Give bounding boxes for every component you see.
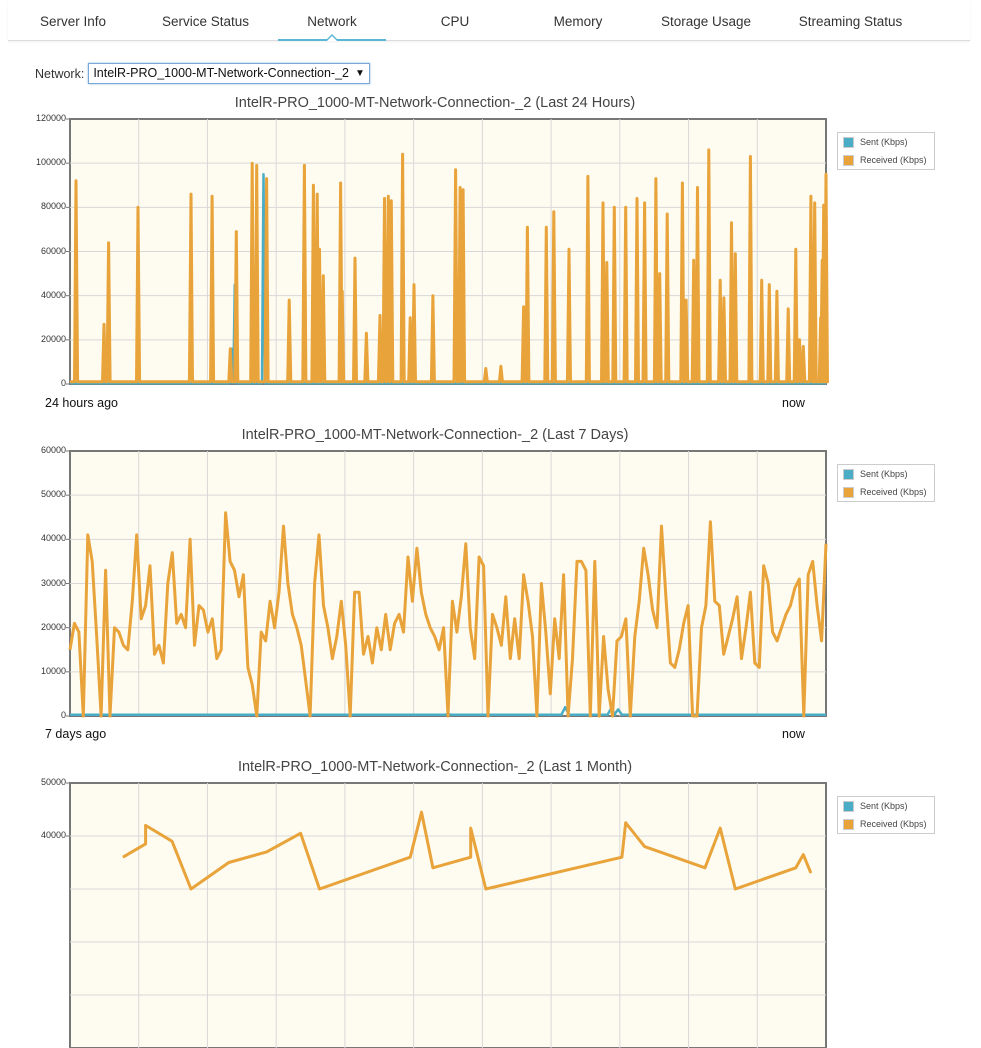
legend-sent-label: Sent (Kbps) bbox=[860, 137, 908, 147]
y-tick-label: 100000 bbox=[35, 157, 66, 168]
y-tick-label: 40000 bbox=[40, 289, 66, 300]
tab-storage-usage[interactable]: Storage Usage bbox=[660, 0, 752, 40]
network-select[interactable]: IntelR-PRO_1000-MT-Network-Connection-_2… bbox=[88, 63, 370, 84]
y-tick-label: 10000 bbox=[40, 665, 66, 676]
chart-7d-plot bbox=[66, 450, 828, 718]
y-tick-label: 60000 bbox=[40, 445, 66, 455]
y-tick-label: 20000 bbox=[40, 333, 66, 344]
legend-received: Received (Kbps) bbox=[843, 154, 927, 166]
y-tick-label: 80000 bbox=[40, 201, 66, 212]
chart-svg bbox=[66, 782, 827, 1048]
legend-received-label: Received (Kbps) bbox=[860, 487, 927, 497]
chart-title-24h: IntelR-PRO_1000-MT-Network-Connection-_2… bbox=[234, 95, 636, 111]
legend-received: Received (Kbps) bbox=[843, 486, 927, 498]
chart-24h-start-label: 24 hours ago bbox=[45, 396, 118, 410]
legend-received-label: Received (Kbps) bbox=[860, 155, 927, 165]
y-tick-label: 50000 bbox=[40, 489, 66, 500]
chart-svg bbox=[66, 118, 829, 385]
legend-received-swatch bbox=[843, 486, 854, 498]
legend-sent-swatch bbox=[843, 136, 854, 148]
y-tick-label: 0 bbox=[60, 378, 66, 388]
legend-sent: Sent (Kbps) bbox=[843, 136, 908, 148]
dropdown-arrow-icon: ▼ bbox=[355, 68, 365, 79]
tab-network[interactable]: Network bbox=[278, 0, 386, 41]
legend-received: Received (Kbps) bbox=[843, 818, 927, 830]
y-tick-label: 50000 bbox=[40, 777, 66, 787]
tab-memory[interactable]: Memory bbox=[548, 0, 608, 40]
chart-title-1m: IntelR-PRO_1000-MT-Network-Connection-_2… bbox=[237, 759, 633, 775]
y-tick-label: 20000 bbox=[40, 621, 66, 632]
legend-received-swatch bbox=[843, 818, 854, 830]
legend-received-swatch bbox=[843, 154, 854, 166]
chart-7d-end-label: now bbox=[782, 727, 805, 741]
tab-service-status[interactable]: Service Status bbox=[158, 0, 253, 40]
chart-title-7d: IntelR-PRO_1000-MT-Network-Connection-_2… bbox=[241, 427, 629, 443]
chart-24h-end-label: now bbox=[782, 396, 805, 410]
chart-24h-plot bbox=[66, 118, 829, 385]
network-label: Network: bbox=[35, 66, 85, 81]
y-tick-label: 30000 bbox=[40, 577, 66, 588]
tab-bar: Server Info Service Status Network CPU M… bbox=[8, 0, 970, 41]
network-selector-row: Network: IntelR-PRO_1000-MT-Network-Conn… bbox=[35, 63, 370, 84]
plot-background bbox=[69, 782, 827, 1048]
chart-1m-plot bbox=[66, 782, 827, 1048]
legend-sent-label: Sent (Kbps) bbox=[860, 469, 908, 479]
network-select-value: IntelR-PRO_1000-MT-Network-Connection-_2 bbox=[93, 66, 349, 80]
y-tick-label: 120000 bbox=[35, 113, 66, 123]
chart-svg bbox=[66, 450, 828, 718]
y-tick-label: 0 bbox=[60, 710, 66, 720]
y-tick-label: 40000 bbox=[40, 830, 66, 840]
legend-sent: Sent (Kbps) bbox=[843, 800, 908, 812]
legend-sent-swatch bbox=[843, 800, 854, 812]
chart-7d-legend: Sent (Kbps) Received (Kbps) bbox=[837, 464, 935, 502]
chart-7d-start-label: 7 days ago bbox=[45, 727, 107, 741]
active-tab-caret-icon bbox=[325, 34, 339, 41]
legend-sent: Sent (Kbps) bbox=[843, 468, 908, 480]
chart-1m-legend: Sent (Kbps) Received (Kbps) bbox=[837, 796, 935, 834]
legend-received-label: Received (Kbps) bbox=[860, 819, 927, 829]
tab-server-info[interactable]: Server Info bbox=[38, 0, 108, 40]
tab-network-label: Network bbox=[307, 14, 357, 29]
y-tick-label: 40000 bbox=[40, 533, 66, 544]
legend-sent-swatch bbox=[843, 468, 854, 480]
tab-streaming-status[interactable]: Streaming Status bbox=[798, 0, 903, 40]
legend-sent-label: Sent (Kbps) bbox=[860, 801, 908, 811]
y-tick-label: 60000 bbox=[40, 245, 66, 256]
chart-24h-legend: Sent (Kbps) Received (Kbps) bbox=[837, 132, 935, 170]
tab-cpu[interactable]: CPU bbox=[436, 0, 474, 40]
